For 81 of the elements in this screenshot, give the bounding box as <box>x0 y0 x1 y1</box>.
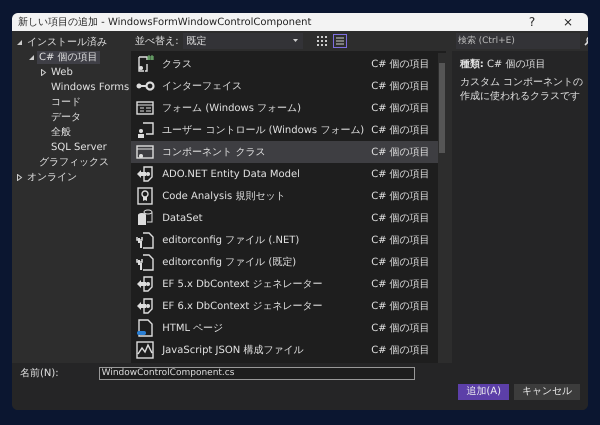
template-name: ユーザー コントロール (Windows フォーム) <box>162 124 364 137</box>
template-name: コンポーネント クラス <box>162 146 266 159</box>
type-label: 種類: <box>460 59 484 70</box>
tree-item[interactable]: データ <box>49 111 83 124</box>
template-row[interactable]: HTML ページ C# 個の項目 <box>131 317 438 339</box>
template-category: C# 個の項目 <box>371 322 430 335</box>
expanded-arrow-icon[interactable] <box>28 54 35 61</box>
template-category: C# 個の項目 <box>371 256 430 269</box>
template-row[interactable]: EF 5.x DbContext ジェネレーター C# 個の項目 <box>131 273 438 295</box>
template-category: C# 個の項目 <box>371 212 430 225</box>
description-text: カスタム コンポーネントの作成に使われるクラスです <box>460 76 584 103</box>
tree-item[interactable]: 全般 <box>49 126 73 139</box>
template-name: editorconfig ファイル (既定) <box>162 256 298 269</box>
collapsed-arrow-icon[interactable] <box>16 174 23 181</box>
tree-item[interactable]: Windows Forms <box>49 81 132 94</box>
template-category: C# 個の項目 <box>371 146 430 159</box>
help-button[interactable]: ? <box>518 15 546 29</box>
template-name: JavaScript JSON 構成ファイル <box>162 344 304 357</box>
tree-item[interactable]: インストール済み <box>25 36 109 49</box>
list-icon <box>334 36 345 46</box>
html-document-icon <box>135 318 156 338</box>
name-label: 名前(N): <box>20 367 59 380</box>
template-name: DataSet <box>162 212 204 224</box>
wrench-document-icon <box>135 252 156 272</box>
sort-label: 並べ替え: <box>135 34 179 48</box>
template-category: C# 個の項目 <box>371 168 430 181</box>
template-row[interactable]: EF 6.x DbContext ジェネレーター C# 個の項目 <box>131 295 438 317</box>
template-name: editorconfig ファイル (.NET) <box>162 234 300 247</box>
template-category: C# 個の項目 <box>371 344 430 357</box>
type-value: C# 個の項目 <box>486 59 546 70</box>
grid-view-button[interactable] <box>314 34 329 48</box>
template-name: インターフェイス <box>162 80 244 93</box>
template-category: C# 個の項目 <box>371 80 430 93</box>
grid-icon <box>316 36 327 46</box>
tree-item[interactable]: コード <box>49 96 83 109</box>
scrollbar[interactable] <box>438 53 446 363</box>
tree-item[interactable]: SQL Server <box>49 141 109 154</box>
template-row[interactable]: コンポーネント クラス C# 個の項目 <box>131 141 438 163</box>
cancel-button[interactable]: キャンセル <box>514 384 580 400</box>
window-title: 新しい項目の追加 - WindowsFormWindowControlComponent <box>18 16 312 29</box>
tree-item[interactable]: オンライン <box>25 171 79 184</box>
template-row[interactable]: DataSet C# 個の項目 <box>131 207 438 229</box>
search-field[interactable]: 検索 (Ctrl+E) <box>456 33 580 49</box>
template-row[interactable]: クラス C# 個の項目 <box>131 53 438 75</box>
template-category: C# 個の項目 <box>371 190 430 203</box>
template-row[interactable]: Code Analysis 規則セット C# 個の項目 <box>131 185 438 207</box>
template-name: EF 5.x DbContext ジェネレーター <box>162 278 324 291</box>
template-category: C# 個の項目 <box>371 300 430 313</box>
template-name: フォーム (Windows フォーム) <box>162 102 302 115</box>
list-view-button[interactable] <box>332 34 347 48</box>
template-category: C# 個の項目 <box>371 278 430 291</box>
template-name: EF 6.x DbContext ジェネレーター <box>162 300 324 313</box>
certificate-icon <box>135 186 156 206</box>
template-row[interactable]: フォーム (Windows フォーム) C# 個の項目 <box>131 97 438 119</box>
template-name: ADO.NET Entity Data Model <box>162 168 301 180</box>
tree-item[interactable]: C# 個の項目 <box>37 51 100 64</box>
template-name: クラス <box>162 58 194 71</box>
close-button[interactable]: × <box>554 15 582 29</box>
template-name: Code Analysis 規則セット <box>162 190 286 203</box>
template-category: C# 個の項目 <box>371 124 430 137</box>
chart-document-icon <box>135 340 156 360</box>
user-control-icon <box>135 120 156 140</box>
template-row[interactable]: editorconfig ファイル (既定) C# 個の項目 <box>131 251 438 273</box>
collapsed-arrow-icon[interactable] <box>40 69 47 76</box>
expanded-arrow-icon[interactable] <box>16 39 23 46</box>
template-category: C# 個の項目 <box>371 58 430 71</box>
tree-item[interactable]: Web <box>49 66 75 79</box>
template-row[interactable]: ADO.NET Entity Data Model C# 個の項目 <box>131 163 438 185</box>
database-icon <box>135 208 156 228</box>
template-category: C# 個の項目 <box>371 234 430 247</box>
template-row[interactable]: ユーザー コントロール (Windows フォーム) C# 個の項目 <box>131 119 438 141</box>
template-category: C# 個の項目 <box>371 102 430 115</box>
sort-dropdown[interactable]: 既定 <box>182 33 303 49</box>
add-button[interactable]: 追加(A) <box>458 384 509 400</box>
template-row[interactable]: インターフェイス C# 個の項目 <box>131 75 438 97</box>
template-name: HTML ページ <box>162 322 224 335</box>
wrench-document-icon <box>135 230 156 250</box>
template-row[interactable]: editorconfig ファイル (.NET) C# 個の項目 <box>131 229 438 251</box>
tree-item[interactable]: グラフィックス <box>37 156 111 169</box>
name-field[interactable]: WindowControlComponent.cs <box>98 366 415 380</box>
template-row[interactable]: JavaScript JSON 構成ファイル C# 個の項目 <box>131 339 438 361</box>
